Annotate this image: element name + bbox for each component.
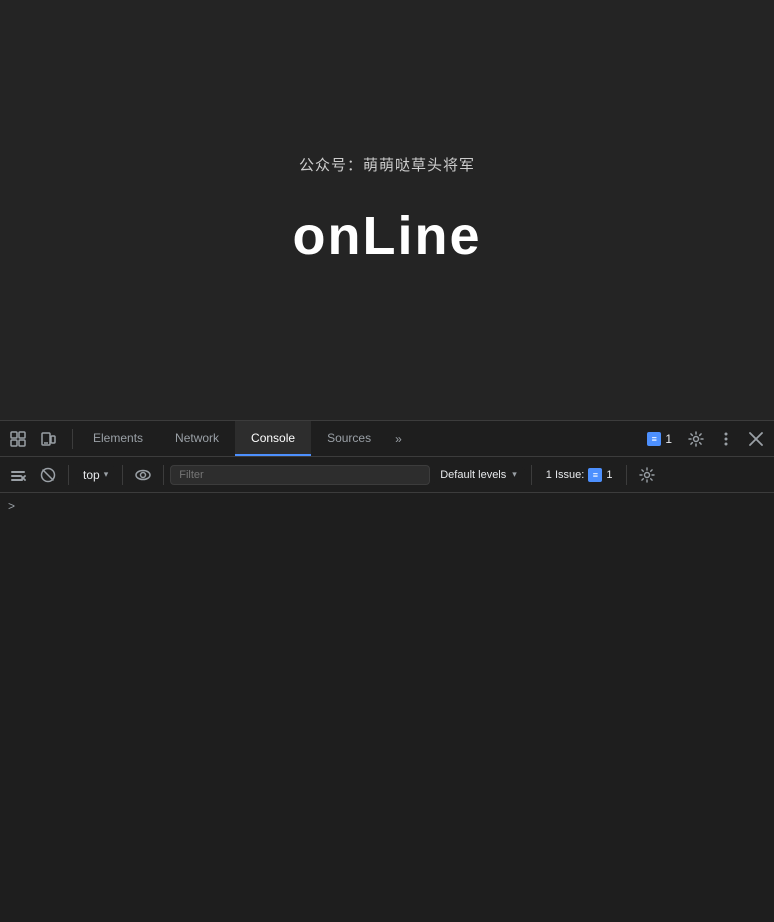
levels-chevron-icon: ▾ bbox=[512, 469, 517, 480]
wechat-label: 公众号：萌萌哒草头将军 bbox=[299, 154, 475, 175]
tab-console[interactable]: Console bbox=[235, 421, 311, 456]
eye-icon[interactable] bbox=[129, 461, 157, 489]
console-badge-count: 1 bbox=[665, 432, 672, 446]
console-settings-icon[interactable] bbox=[633, 461, 661, 489]
console-prompt-row: > bbox=[0, 497, 774, 515]
clear-console-button[interactable] bbox=[4, 461, 32, 489]
toolbar-divider-1 bbox=[68, 465, 69, 485]
toolbar-divider-5 bbox=[626, 465, 627, 485]
context-label: top bbox=[83, 468, 100, 482]
toolbar-divider-2 bbox=[122, 465, 123, 485]
main-title: onLine bbox=[293, 205, 482, 267]
tab-network[interactable]: Network bbox=[159, 421, 235, 456]
levels-label: Default levels bbox=[440, 469, 506, 481]
settings-icon[interactable] bbox=[682, 425, 710, 453]
tab-more-button[interactable]: » bbox=[387, 421, 410, 456]
devtools-right-icons: ≡ 1 bbox=[639, 425, 770, 453]
tabbar-divider bbox=[72, 429, 73, 449]
tab-elements[interactable]: Elements bbox=[77, 421, 159, 456]
console-badge-button[interactable]: ≡ 1 bbox=[639, 430, 680, 448]
tab-sources[interactable]: Sources bbox=[311, 421, 387, 456]
levels-selector[interactable]: Default levels ▾ bbox=[432, 467, 525, 483]
console-content: > bbox=[0, 493, 774, 922]
devtools-tabbar: Elements Network Console Sources » ≡ 1 bbox=[0, 421, 774, 457]
devtools-panel: Elements Network Console Sources » ≡ 1 bbox=[0, 420, 774, 922]
context-selector[interactable]: top ▾ bbox=[75, 466, 116, 484]
console-prompt-icon: > bbox=[8, 499, 15, 513]
devtools-left-icons bbox=[4, 425, 62, 453]
issues-count-icon: ≡ bbox=[588, 468, 602, 482]
filter-input[interactable] bbox=[170, 465, 430, 485]
issues-count: 1 bbox=[606, 469, 612, 481]
issues-badge-button[interactable]: 1 Issue: ≡ 1 bbox=[538, 466, 621, 484]
tabs-list: Elements Network Console Sources » bbox=[77, 421, 639, 456]
console-toolbar: top ▾ Default levels ▾ 1 Issue: ≡ 1 bbox=[0, 457, 774, 493]
block-icon[interactable] bbox=[34, 461, 62, 489]
console-badge-icon: ≡ bbox=[647, 432, 661, 446]
context-chevron-icon: ▾ bbox=[104, 469, 109, 480]
close-icon[interactable] bbox=[742, 425, 770, 453]
device-icon[interactable] bbox=[34, 425, 62, 453]
toolbar-divider-4 bbox=[531, 465, 532, 485]
issues-text: 1 Issue: bbox=[546, 469, 585, 481]
more-icon[interactable] bbox=[712, 425, 740, 453]
inspect-icon[interactable] bbox=[4, 425, 32, 453]
page-content: 公众号：萌萌哒草头将军 onLine bbox=[0, 0, 774, 420]
filter-input-wrap bbox=[170, 465, 430, 485]
toolbar-divider-3 bbox=[163, 465, 164, 485]
